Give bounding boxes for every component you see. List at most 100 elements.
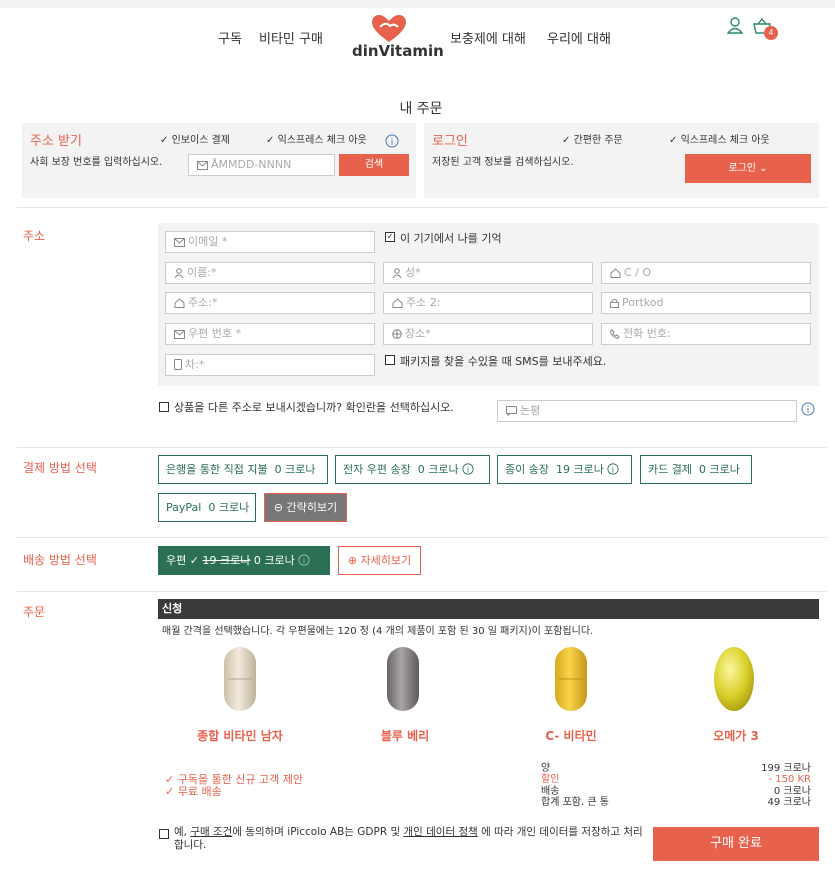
user-icon[interactable] <box>727 17 743 34</box>
page-title: 내 주문 <box>399 101 443 117</box>
portkod-field[interactable]: Portkod <box>601 292 811 314</box>
shipping-price: 0 크로나 <box>253 554 295 567</box>
cart-count-badge: 4 <box>764 26 778 40</box>
summary-value: - 150 KR <box>768 774 811 785</box>
login-button[interactable]: 로그인 ⌄ <box>685 154 811 183</box>
shipping-option-post[interactable]: 우편 ✓ 19 크로나 0 크로나 i <box>158 546 330 575</box>
complete-purchase-button[interactable]: 구매 완료 <box>653 827 819 861</box>
home-icon <box>610 268 621 278</box>
divider <box>17 591 827 592</box>
ssn-instruction: 사회 보장 번호를 입력하십시오. <box>30 157 163 168</box>
search-button[interactable]: 검색 <box>339 154 409 176</box>
payment-option-label: PayPal <box>166 501 202 514</box>
person-icon <box>174 268 184 279</box>
remember-checkbox[interactable]: ✓ <box>385 232 395 242</box>
envelope-icon <box>174 238 185 247</box>
comment-placeholder: 논평 <box>520 404 541 417</box>
login-instruction: 저장된 고객 정보를 검색하십시오. <box>432 157 574 168</box>
express-check-login-label: 익스프레스 체크 아웃 <box>680 135 770 146</box>
payment-option-paypal[interactable]: PayPal 0 크로나 <box>158 493 256 522</box>
address-section-label: 주소 <box>23 229 46 243</box>
last-name-field[interactable]: 성* <box>383 262 593 284</box>
payment-option-price: 0 크로나 <box>698 463 740 476</box>
logo-text[interactable]: dinVitamin <box>352 42 444 60</box>
collapse-button[interactable]: ⊖ 간략히보기 <box>264 493 347 522</box>
heart-logo-icon[interactable] <box>372 15 406 43</box>
portkod-placeholder: Portkod <box>622 296 664 309</box>
payment-option-card[interactable]: 카드 결제 0 크로나 <box>640 455 752 484</box>
phone-field[interactable]: 전화 번호: <box>601 323 811 345</box>
terms-checkbox[interactable] <box>159 829 169 839</box>
summary-row: 할인 - 150 KR <box>541 775 811 785</box>
summary-row: 배송 0 크로나 <box>541 787 811 797</box>
nav-about-us[interactable]: 우리에 대해 <box>547 28 611 47</box>
home-icon <box>392 298 403 308</box>
co-placeholder: C / O <box>624 266 652 279</box>
product-name: 오메가 3 <box>713 729 759 743</box>
privacy-link[interactable]: 개인 데이터 정책 <box>403 826 477 838</box>
summary-label: 할인 <box>541 774 560 785</box>
divider <box>17 207 827 208</box>
terms-mid: 에 동의하며 iPiccolo AB는 GDPR 및 <box>232 826 404 838</box>
terms-link[interactable]: 구매 조건 <box>190 826 232 838</box>
mobile-field[interactable]: 차:* <box>165 354 375 376</box>
check-icon: ✓ <box>189 554 199 567</box>
svg-text:i: i <box>391 138 394 148</box>
mobile-icon <box>174 359 182 370</box>
login-button-label: 로그인 <box>728 163 757 174</box>
home-icon <box>174 298 185 308</box>
divider <box>17 537 827 538</box>
payment-option-price: 0 크로나 <box>417 463 459 476</box>
other-address-checkbox[interactable] <box>159 402 169 412</box>
order-section-label: 주문 <box>23 605 46 619</box>
payment-option-price: 0 크로나 <box>208 501 250 514</box>
product-name: 종합 비타민 남자 <box>197 729 283 743</box>
info-icon[interactable]: i <box>801 402 815 416</box>
person-icon <box>392 268 402 279</box>
details-button[interactable]: ⊕ 자세히보기 <box>338 546 421 575</box>
address1-field[interactable]: 주소:* <box>165 292 375 314</box>
login-title: 로그인 <box>432 134 468 149</box>
zip-field[interactable]: 우편 번호 * <box>165 323 375 345</box>
email-field[interactable]: 이메일 * <box>165 231 375 253</box>
top-strip <box>0 0 835 8</box>
info-icon: i <box>462 463 474 475</box>
payment-option-email-invoice[interactable]: 전자 우편 송장 0 크로나 i <box>335 455 490 484</box>
easy-order-label: 간편한 주문 <box>573 135 623 146</box>
blueberry-pill-image <box>387 647 419 711</box>
payment-option-label: 카드 결제 <box>648 463 692 476</box>
chevron-down-icon: ⌄ <box>759 163 768 174</box>
payment-option-bank[interactable]: 은행을 통한 직접 지불 0 크로나 <box>158 455 328 484</box>
divider <box>17 447 827 448</box>
co-field[interactable]: C / O <box>601 262 811 284</box>
last-name-placeholder: 성* <box>405 266 421 279</box>
ssn-input[interactable]: ÅMMDD-NNNN <box>188 154 335 176</box>
payment-option-paper-invoice[interactable]: 종이 송장 19 크로나 i <box>497 455 632 484</box>
remember-label: 이 기기에서 나를 기억 <box>400 232 502 245</box>
address2-field[interactable]: 주소 2: <box>383 292 593 314</box>
order-header: 신청 <box>158 599 819 619</box>
lock-icon <box>610 299 619 308</box>
globe-icon <box>392 329 402 339</box>
sms-label: 패키지를 찾을 수있을 때 SMS를 보내주세요. <box>400 355 607 368</box>
comment-field[interactable]: 논평 <box>497 400 797 422</box>
vitamin-c-pill-image <box>555 647 587 711</box>
ssn-placeholder: ÅMMDD-NNNN <box>211 158 292 171</box>
express-check: ✓ 익스프레스 체크 아웃 <box>266 135 367 146</box>
info-icon: i <box>298 554 310 566</box>
get-address-title: 주소 받기 <box>30 134 82 149</box>
payment-section-label: 결제 방법 선택 <box>23 461 97 475</box>
nav-about-supplements[interactable]: 보충제에 대해 <box>450 28 526 47</box>
info-icon[interactable]: i <box>385 134 399 148</box>
city-field[interactable]: 장소* <box>383 323 593 345</box>
nav-buy-vitamins[interactable]: 비타민 구매 <box>259 28 323 47</box>
first-name-field[interactable]: 이름:* <box>165 262 375 284</box>
sms-checkbox[interactable] <box>385 355 395 365</box>
payment-option-label: 전자 우편 송장 <box>343 463 411 476</box>
summary-row: 합계 포함. 큰 통 49 크로나 <box>541 798 811 808</box>
minus-circle-icon: ⊖ <box>273 501 284 514</box>
summary-label: 양 <box>541 763 551 774</box>
nav-subscribe[interactable]: 구독 <box>218 28 242 47</box>
envelope-icon <box>174 330 185 339</box>
svg-text:i: i <box>467 465 469 474</box>
